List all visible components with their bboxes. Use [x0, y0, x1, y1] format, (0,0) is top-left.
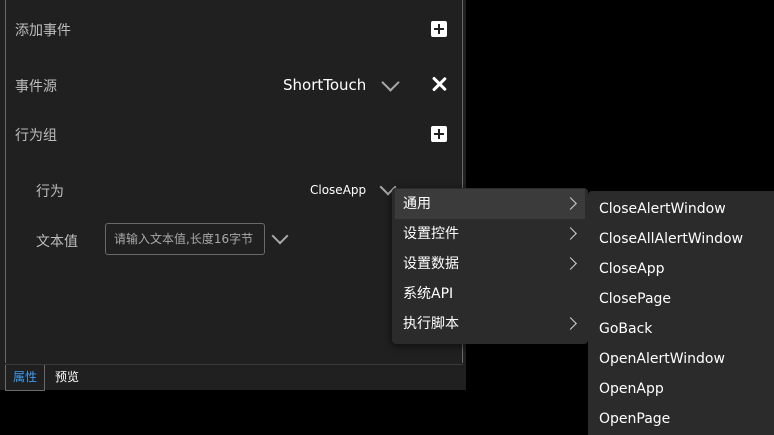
menu-item-label: 通用 — [403, 196, 431, 212]
chevron-right-icon — [564, 317, 577, 330]
add-action-group-button[interactable] — [431, 126, 447, 142]
submenu-item-open-app[interactable]: OpenApp — [599, 374, 664, 404]
menu-item-general[interactable]: 通用 — [395, 189, 585, 219]
chevron-right-icon — [564, 257, 577, 270]
submenu-item-close-all-alert-window[interactable]: CloseAllAlertWindow — [599, 224, 743, 254]
submenu-item-close-page[interactable]: ClosePage — [599, 284, 671, 314]
add-event-label: 添加事件 — [15, 23, 71, 39]
event-source-value[interactable]: ShortTouch — [283, 76, 366, 94]
remove-event-source-close-icon[interactable] — [431, 76, 447, 92]
tab-properties[interactable]: 属性 — [5, 365, 46, 391]
panel-tabbar: 属性 预览 — [5, 364, 463, 391]
action-label: 行为 — [36, 184, 64, 200]
menu-item-label: 设置数据 — [403, 256, 459, 272]
chevron-right-icon — [564, 227, 577, 240]
menu-item-set-control[interactable]: 设置控件 — [395, 219, 585, 249]
chevron-right-icon — [564, 197, 577, 210]
submenu-item-close-app[interactable]: CloseApp — [599, 254, 665, 284]
menu-item-label: 设置控件 — [403, 226, 459, 242]
submenu-item-open-alert-window[interactable]: OpenAlertWindow — [599, 344, 725, 374]
menu-item-set-data[interactable]: 设置数据 — [395, 249, 585, 279]
menu-item-system-api[interactable]: 系统API — [395, 279, 585, 309]
tab-preview[interactable]: 预览 — [48, 365, 86, 390]
action-category-menu: 通用 设置控件 设置数据 系统API 执行脚本 — [392, 188, 588, 344]
action-group-label: 行为组 — [15, 128, 57, 144]
general-actions-submenu: CloseAlertWindow CloseAllAlertWindow Clo… — [588, 191, 774, 435]
text-value-label: 文本值 — [36, 234, 78, 250]
submenu-item-open-page[interactable]: OpenPage — [599, 404, 670, 434]
submenu-item-go-back[interactable]: GoBack — [599, 314, 652, 344]
menu-item-label: 系统API — [403, 286, 454, 302]
event-source-label: 事件源 — [15, 79, 57, 95]
action-value[interactable]: CloseApp — [310, 183, 366, 197]
text-value-input[interactable] — [105, 223, 265, 255]
menu-item-label: 执行脚本 — [403, 316, 459, 332]
menu-item-run-script[interactable]: 执行脚本 — [395, 309, 585, 339]
submenu-item-close-alert-window[interactable]: CloseAlertWindow — [599, 194, 726, 224]
add-event-button[interactable] — [431, 21, 447, 37]
